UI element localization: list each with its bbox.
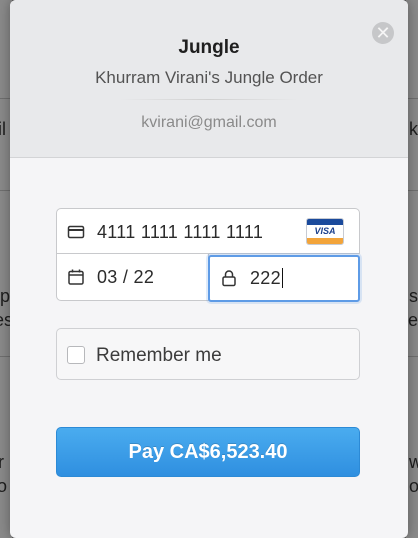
- checkout-modal: ✕ Jungle Khurram Virani's Jungle Order k…: [10, 0, 408, 538]
- visa-card-icon: VISA: [306, 218, 344, 245]
- card-brand-label: VISA: [314, 226, 336, 236]
- card-number-field[interactable]: 4111 1111 1111 1111 VISA: [56, 208, 360, 254]
- card-number-value: 4111 1111 1111 1111: [97, 222, 264, 242]
- background-text-fragment: o: [0, 476, 8, 496]
- order-description: Khurram Virani's Jungle Order: [95, 68, 323, 87]
- header-divider: [120, 99, 298, 100]
- cvc-field[interactable]: 222: [208, 255, 360, 302]
- pay-button[interactable]: Pay CA$6,523.40: [56, 427, 360, 477]
- remember-me-option[interactable]: Remember me: [56, 328, 360, 380]
- background-text-fragment: k: [409, 119, 418, 139]
- background-text-fragment: w: [409, 452, 418, 472]
- background-text-fragment: o: [408, 476, 418, 496]
- expiry-date-value: 03 / 22: [97, 267, 155, 287]
- cvc-value-wrapper: 222: [250, 268, 284, 289]
- calendar-icon: [68, 269, 84, 285]
- remember-me-checkbox[interactable]: [67, 346, 85, 364]
- lock-icon: [222, 270, 236, 287]
- background-text-fragment: il: [0, 119, 6, 139]
- background-text-fragment: st: [408, 286, 418, 306]
- customer-email[interactable]: kvirani@gmail.com: [10, 114, 408, 132]
- cvc-value: 222: [250, 268, 281, 288]
- credit-card-icon: [67, 225, 85, 239]
- text-cursor: [281, 268, 284, 288]
- expiry-date-field[interactable]: 03 / 22: [56, 253, 209, 301]
- background-text-fragment: r: [0, 452, 4, 472]
- modal-header: ✕ Jungle Khurram Virani's Jungle Order k…: [10, 0, 408, 158]
- merchant-title: Jungle: [178, 37, 240, 58]
- background-text-fragment: e: [407, 310, 418, 330]
- background-text-fragment: p: [0, 286, 11, 306]
- remember-me-label[interactable]: Remember me: [96, 345, 222, 367]
